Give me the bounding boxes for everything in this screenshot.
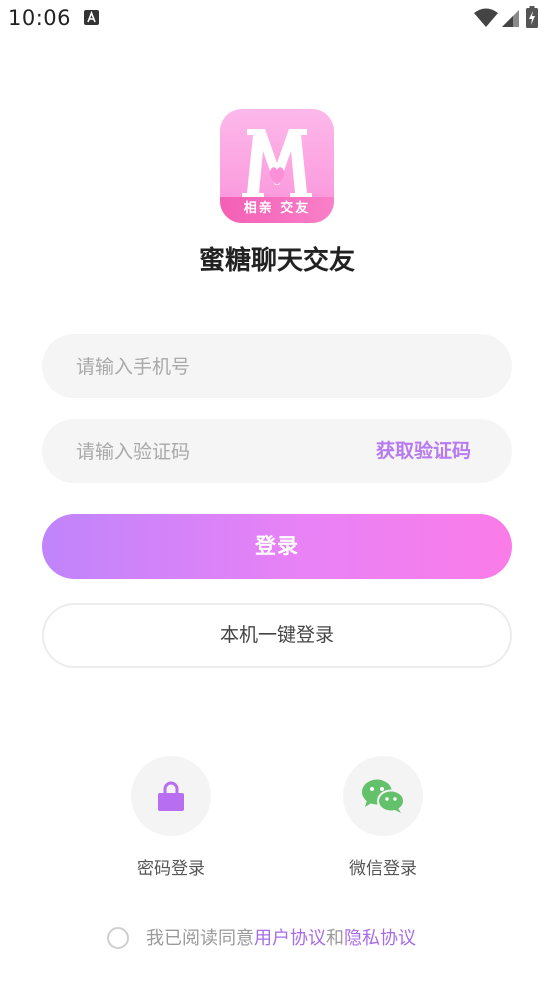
agreement-text: 我已阅读同意用户协议和隐私协议: [146, 926, 416, 952]
app-name: 蜜糖聊天交友: [198, 246, 355, 276]
get-code-button[interactable]: 获取验证码: [376, 419, 471, 483]
agreement-conjunction: 和: [326, 928, 344, 949]
wifi-icon: [474, 8, 498, 27]
status-time: 10:06: [8, 6, 72, 30]
battery-charging-icon: [526, 6, 538, 28]
agreement-checkbox[interactable]: [107, 927, 129, 949]
phone-input[interactable]: [74, 334, 358, 400]
login-button[interactable]: 登录: [42, 514, 512, 579]
signal-icon: [502, 10, 519, 27]
lock-icon: [158, 781, 184, 811]
wechat-icon: [362, 779, 405, 813]
phone-field-container: [42, 334, 512, 400]
text-a-icon: [84, 10, 99, 25]
logo-band-text: 相亲 交友: [220, 197, 334, 223]
user-agreement-link[interactable]: 用户协议: [254, 928, 326, 949]
one-key-login-button[interactable]: 本机一键登录: [42, 603, 512, 668]
password-login-button[interactable]: [131, 756, 211, 836]
status-bar: 10:06: [0, 0, 554, 40]
password-login-label[interactable]: 密码登录: [111, 854, 231, 879]
wechat-login-label[interactable]: 微信登录: [323, 854, 443, 879]
verification-code-input[interactable]: [74, 419, 358, 485]
privacy-policy-link[interactable]: 隐私协议: [344, 928, 416, 949]
agreement-prefix: 我已阅读同意: [146, 928, 254, 949]
wechat-login-button[interactable]: [343, 756, 423, 836]
agreement-row: 我已阅读同意用户协议和隐私协议: [107, 926, 467, 954]
code-field-container: 获取验证码: [42, 419, 512, 485]
app-logo: 相亲 交友: [220, 109, 334, 223]
